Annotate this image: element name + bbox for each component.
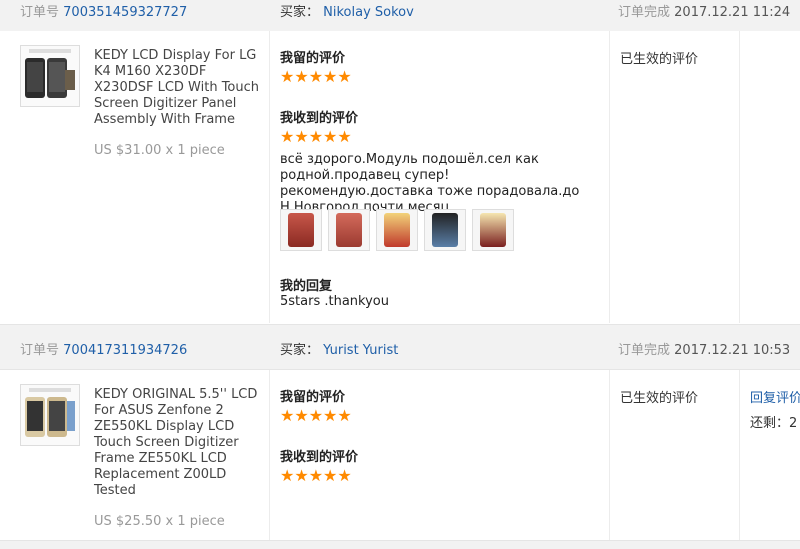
order-completed: 订单完成 2017.12.21 11:24 <box>618 1 790 20</box>
lcd-product-image-icon <box>25 49 75 98</box>
order-number: 订单号 700351459327727 <box>20 1 187 20</box>
reply-label: 我的回复 <box>280 279 333 294</box>
my-rating-stars: ★★★★★ <box>280 406 352 425</box>
review-photos <box>280 209 514 251</box>
review-photo[interactable] <box>376 209 418 251</box>
review-photo[interactable] <box>424 209 466 251</box>
order-number-link[interactable]: 700417311934726 <box>63 343 187 358</box>
order-header: 订单号 700351459327727 买家： Nikolay Sokov 订单… <box>0 0 800 32</box>
review-photo[interactable] <box>280 209 322 251</box>
order-completed-label: 订单完成 <box>618 5 671 20</box>
order-completed-label: 订单完成 <box>618 343 671 358</box>
order-number: 订单号 700417311934726 <box>20 339 187 358</box>
order-completed-time: 2017.12.21 11:24 <box>674 5 791 20</box>
product-thumbnail[interactable] <box>20 384 80 446</box>
buyer-label: 买家： <box>280 343 320 358</box>
buyer-link[interactable]: Nikolay Sokov <box>323 5 414 20</box>
order-body: KEDY ORIGINAL 5.5'' LCD For ASUS Zenfone… <box>0 370 800 540</box>
my-rating-stars: ★★★★★ <box>280 67 352 86</box>
review-photo[interactable] <box>472 209 514 251</box>
product-title[interactable]: KEDY ORIGINAL 5.5'' LCD For ASUS Zenfone… <box>94 387 262 499</box>
received-review-label: 我收到的评价 <box>280 450 359 465</box>
buyer-label: 买家： <box>280 5 320 20</box>
my-review-label: 我留的评价 <box>280 51 346 66</box>
reply-review-link[interactable]: 回复评价 <box>750 387 800 406</box>
review-text: всё здорого.Модуль подошёл.сел как родно… <box>280 152 580 215</box>
order-number-link[interactable]: 700351459327727 <box>63 5 187 20</box>
buyer-link[interactable]: Yurist Yurist <box>323 343 398 358</box>
review-photo[interactable] <box>328 209 370 251</box>
order-completed-time: 2017.12.21 10:53 <box>674 343 791 358</box>
product-title[interactable]: KEDY LCD Display For LG K4 M160 X230DF X… <box>94 48 262 128</box>
reply-text: 5stars .thankyou <box>280 294 389 309</box>
lcd-product-image-icon <box>25 388 75 437</box>
remaining-value: 2 <box>789 416 798 431</box>
received-review-label: 我收到的评价 <box>280 111 359 126</box>
my-review-label: 我留的评价 <box>280 390 346 405</box>
order-body: KEDY LCD Display For LG K4 M160 X230DF X… <box>0 31 800 323</box>
product-thumbnail[interactable] <box>20 45 80 107</box>
order-header: 订单号 700417311934726 买家： Yurist Yurist 订单… <box>0 324 800 370</box>
product-price: US $31.00 x 1 piece <box>94 143 225 158</box>
remaining-days: 还剩：2 <box>750 412 797 431</box>
buyer: 买家： Nikolay Sokov <box>280 1 414 20</box>
product-price: US $25.50 x 1 piece <box>94 514 225 529</box>
order-number-label: 订单号 <box>20 343 60 358</box>
received-rating-stars: ★★★★★ <box>280 127 352 146</box>
remaining-label: 还剩： <box>750 416 790 431</box>
review-status: 已生效的评价 <box>620 391 699 406</box>
review-status: 已生效的评价 <box>620 52 699 67</box>
buyer: 买家： Yurist Yurist <box>280 339 398 358</box>
order-completed: 订单完成 2017.12.21 10:53 <box>618 339 790 358</box>
order-number-label: 订单号 <box>20 5 60 20</box>
received-rating-stars: ★★★★★ <box>280 466 352 485</box>
